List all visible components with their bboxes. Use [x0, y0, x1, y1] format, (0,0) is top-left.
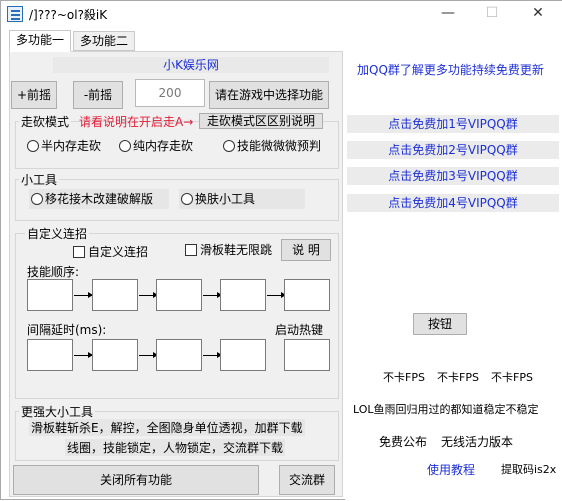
tab-multi-1[interactable]: 多功能一 [9, 30, 71, 52]
qq-link-3[interactable]: 点击免费加3号VIPQQ群 [347, 167, 559, 185]
tutorial-link[interactable]: 使用教程 [427, 461, 475, 478]
delay-input[interactable]: 200 [135, 79, 205, 107]
stronger-tools-line2[interactable]: 线圈，技能锁定，人物锁定，交流群下载 [65, 439, 286, 456]
radio-skin-tool-label: 换肤小工具 [195, 192, 256, 206]
skill-slot-5[interactable] [284, 279, 330, 311]
radio-key-remap[interactable]: 移花接木改建破解版 [29, 189, 169, 209]
walk-mode-explain-button[interactable]: 走砍模式区区别说明 [199, 113, 323, 129]
radio-pure-memory[interactable]: 纯内存走砍 [119, 137, 193, 154]
minimize-button[interactable]: — [425, 1, 471, 27]
interval-slot-4[interactable] [220, 339, 266, 371]
radio-circle-icon [181, 193, 193, 205]
app-window: /]???~ol?殺iK — ☐ ✕ 多功能一 多功能二 小K娱乐网 +前摇 -… [0, 0, 562, 501]
combo-explain-button[interactable]: 说 明 [281, 239, 331, 261]
free-publish-text: 免费公布 [379, 435, 428, 449]
stronger-tools-label: 更强大小工具 [19, 403, 96, 420]
select-function-button[interactable]: 请在游戏中选择功能 [209, 81, 329, 109]
qq-link-2[interactable]: 点击免费加2号VIPQQ群 [347, 141, 559, 159]
promo-link[interactable]: 加QQ群了解更多功能持续免费更新 [357, 61, 544, 78]
checkbox-custom-combo-label: 自定义连招 [88, 245, 149, 259]
arrow-right-icon [203, 292, 222, 298]
skill-slot-2[interactable] [92, 279, 138, 311]
interval-slot-1[interactable] [27, 339, 73, 371]
skill-slot-1[interactable] [27, 279, 73, 311]
skill-slot-4[interactable] [220, 279, 266, 311]
qq-link-1[interactable]: 点击免费加1号VIPQQ群 [347, 115, 559, 133]
window-title: /]???~ol?殺iK [29, 8, 108, 22]
extract-code-text: 提取码is2x [501, 463, 557, 476]
forward-minus-button[interactable]: -前摇 [73, 81, 123, 109]
notice-text: LOL鱼雨回归用过的都知道稳定不稳定 [353, 403, 539, 416]
skill-order-label: 技能顺序: [27, 265, 80, 279]
right-panel [345, 27, 562, 501]
community-button[interactable]: 交流群 [279, 465, 335, 495]
fps-label-3: 不卡FPS [491, 371, 533, 384]
radio-pure-memory-label: 纯内存走砍 [133, 139, 194, 153]
hotkey-input[interactable] [284, 339, 330, 371]
small-tools-label: 小工具 [19, 171, 60, 188]
banner-label: 小K娱乐网 [53, 57, 329, 73]
custom-combo-label: 自定义连招 [25, 225, 90, 242]
radio-circle-icon [31, 193, 43, 205]
generic-button[interactable]: 按钮 [413, 313, 467, 335]
checkbox-skate-jump[interactable]: 滑板鞋无限跳 [185, 241, 272, 258]
fps-label-1: 不卡FPS [383, 371, 425, 384]
interval-label: 间隔延时(ms): [27, 323, 107, 337]
arrow-right-icon [74, 352, 93, 358]
walk-mode-hint: 请看说明在开启走A→ [79, 115, 194, 129]
radio-circle-icon [27, 140, 39, 152]
radio-circle-icon [119, 140, 131, 152]
radio-skill-predict[interactable]: 技能微微微预判 [223, 137, 321, 154]
checkbox-custom-combo[interactable]: 自定义连招 [73, 243, 148, 260]
stronger-tools-line1[interactable]: 滑板鞋斩杀E，解控，全图隐身单位透视，加群下载 [29, 419, 305, 436]
interval-slot-3[interactable] [156, 339, 202, 371]
checkbox-skate-jump-label: 滑板鞋无限跳 [200, 243, 273, 257]
close-all-button[interactable]: 关闭所有功能 [13, 465, 259, 495]
interval-slot-2[interactable] [92, 339, 138, 371]
radio-half-memory[interactable]: 半内存走砍 [27, 137, 101, 154]
radio-half-memory-label: 半内存走砍 [41, 139, 102, 153]
wireless-version-text: 无线活力版本 [441, 435, 514, 449]
forward-plus-button[interactable]: +前摇 [11, 81, 57, 109]
title-bar: /]???~ol?殺iK — ☐ ✕ [1, 1, 562, 27]
arrow-right-icon [74, 292, 93, 298]
arrow-right-icon [139, 292, 158, 298]
arrow-right-icon [203, 352, 222, 358]
arrow-right-icon [139, 352, 158, 358]
checkbox-icon [73, 246, 85, 258]
tab-multi-2[interactable]: 多功能二 [73, 31, 135, 51]
maximize-button[interactable]: ☐ [469, 1, 515, 27]
checkbox-icon [185, 244, 197, 256]
close-button[interactable]: ✕ [515, 1, 561, 27]
app-icon [7, 6, 23, 22]
radio-circle-icon [223, 140, 235, 152]
radio-skin-tool[interactable]: 换肤小工具 [179, 189, 305, 209]
radio-key-remap-label: 移花接木改建破解版 [45, 192, 154, 206]
skill-slot-3[interactable] [156, 279, 202, 311]
arrow-right-icon [267, 292, 286, 298]
radio-skill-predict-label: 技能微微微预判 [237, 139, 322, 153]
qq-link-4[interactable]: 点击免费加4号VIPQQ群 [347, 194, 559, 212]
fps-label-2: 不卡FPS [437, 371, 479, 384]
walk-mode-label: 走砍模式 [19, 113, 72, 130]
hotkey-label: 启动热键 [275, 323, 324, 337]
